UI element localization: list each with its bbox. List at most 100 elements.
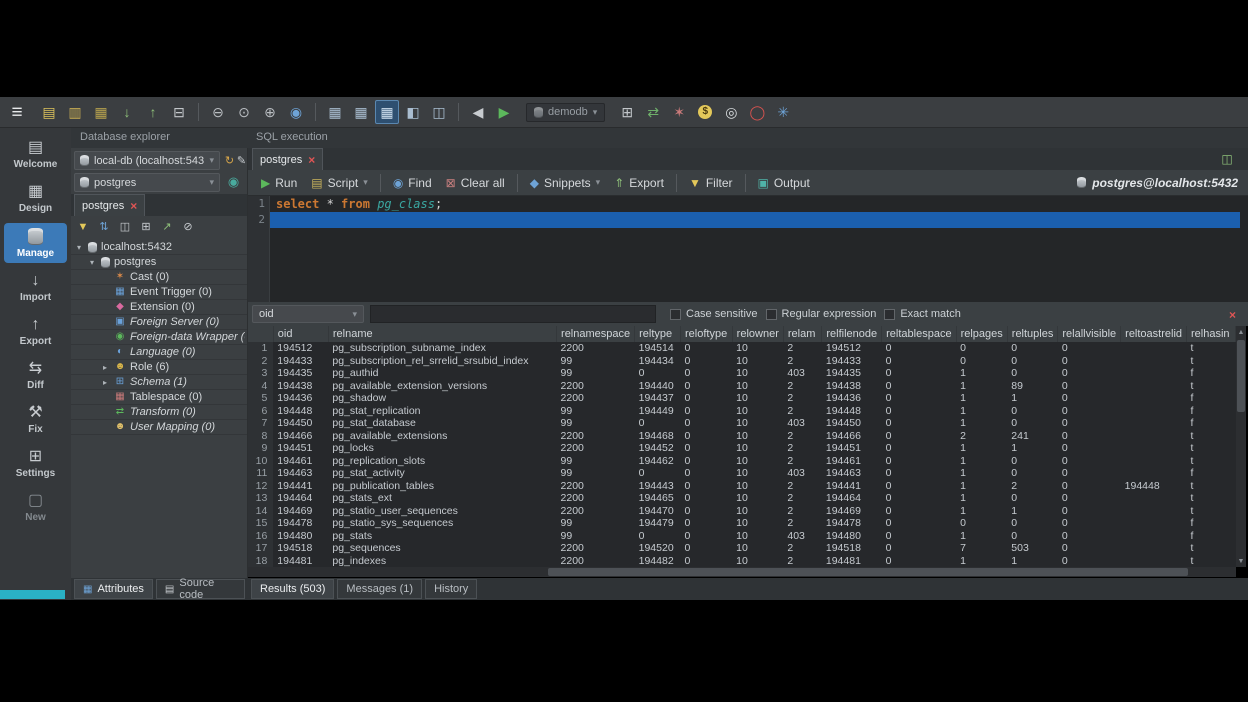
column-header-reltablespace[interactable]: reltablespace (882, 326, 956, 342)
back-button[interactable]: ◀ (466, 100, 490, 124)
forward-button[interactable]: ▶ (492, 100, 516, 124)
sidebar-item-export[interactable]: ↑Export (4, 312, 67, 351)
sidebar-item-settings[interactable]: ⊞Settings (4, 444, 67, 483)
tree-item-user-mapping-0[interactable]: ☻User Mapping (0) (71, 420, 247, 435)
save-script-button[interactable]: ▦ (89, 100, 113, 124)
scroll-up-icon[interactable]: ▲ (1236, 326, 1246, 338)
sidebar-item-diff[interactable]: ⇆Diff (4, 356, 67, 395)
editor-code[interactable]: select * from pg_class; (270, 196, 1248, 228)
column-header-reloftype[interactable]: reloftype (681, 326, 733, 342)
filter-input[interactable] (370, 305, 656, 323)
tree-item-language-0[interactable]: ◐Language (0) (71, 345, 247, 360)
table-row[interactable]: 7194450pg_stat_database99001040319445001… (248, 417, 1236, 430)
table-row[interactable]: 1194512pg_subscription_subname_index2200… (248, 342, 1236, 355)
table-row[interactable]: 2194433pg_subscription_rel_srrelid_srsub… (248, 355, 1236, 368)
table-row[interactable]: 13194464pg_stats_ext22001944650102194464… (248, 492, 1236, 505)
tab-results-503[interactable]: Results (503) (251, 579, 334, 599)
sql-tab-postgres[interactable]: postgres × (252, 148, 323, 170)
tree-item-extension-0[interactable]: ◆Extension (0) (71, 300, 247, 315)
column-header-relowner[interactable]: relowner (732, 326, 783, 342)
table-row[interactable]: 4194438pg_available_extension_versions22… (248, 380, 1236, 393)
column-header-relfilenode[interactable]: relfilenode (822, 326, 882, 342)
editor-line[interactable]: select * from pg_class; (270, 196, 1248, 212)
database-dropdown[interactable]: postgres ▾ (74, 173, 220, 192)
clear-all-button[interactable]: ⊠Clear all (439, 172, 512, 194)
filter-column-dropdown[interactable]: oid ▾ (252, 305, 364, 323)
layout-view-button[interactable]: ◫ (427, 100, 451, 124)
tree-item-localhost-5432[interactable]: ▾localhost:5432 (71, 240, 247, 255)
find-button[interactable]: ◉ (284, 100, 308, 124)
tab-attributes[interactable]: ▦Attributes (74, 579, 153, 599)
scrollbar-thumb[interactable] (548, 568, 1188, 576)
run-button[interactable]: ▶Run (254, 172, 304, 194)
zoom-reset-button[interactable]: ⊙ (232, 100, 256, 124)
column-header-relname[interactable]: relname (328, 326, 556, 342)
tree-item-tablespace-0[interactable]: ▦Tablespace (0) (71, 390, 247, 405)
menu-button[interactable]: ≡ (5, 100, 29, 124)
clear-objects-button[interactable]: ⊘ (179, 218, 197, 236)
table-row[interactable]: 9194451pg_locks220019445201021944510110t (248, 442, 1236, 455)
tab-source-code[interactable]: ▤Source code (156, 579, 245, 599)
column-header-relpages[interactable]: relpages (956, 326, 1007, 342)
table-row[interactable]: 17194518pg_sequences22001945200102194518… (248, 542, 1236, 555)
browse-database-button[interactable]: ◉ (226, 174, 241, 190)
transfer-button[interactable]: ⇄ (641, 100, 665, 124)
settings-button[interactable]: ✳ (771, 100, 795, 124)
table-row[interactable]: 6194448pg_stat_replication99194449010219… (248, 405, 1236, 418)
bug-button[interactable]: ✶ (667, 100, 691, 124)
scroll-down-icon[interactable]: ▼ (1236, 555, 1246, 567)
export-file-button[interactable]: ↑ (141, 100, 165, 124)
filter-objects-button[interactable]: ▼ (74, 218, 92, 236)
close-icon[interactable]: × (308, 154, 315, 166)
checkbox-regular-expression[interactable]: Regular expression (766, 308, 877, 320)
sort-objects-button[interactable]: ⇅ (95, 218, 113, 236)
table-row[interactable]: 11194463pg_stat_activity9900104031944630… (248, 467, 1236, 480)
explorer-tab-postgres[interactable]: postgres × (74, 194, 145, 216)
case-sensitive-checkbox[interactable] (670, 309, 681, 320)
layout-objects-button[interactable]: ⊞ (137, 218, 155, 236)
zoom-in-button[interactable]: ⊕ (258, 100, 282, 124)
grid-large-button[interactable]: ▦ (375, 100, 399, 124)
table-row[interactable]: 12194441pg_publication_tables22001944430… (248, 480, 1236, 493)
find-button[interactable]: ◉Find (386, 172, 439, 194)
donate-button[interactable]: $ (693, 100, 717, 124)
table-row[interactable]: 15194478pg_statio_sys_sequences991944790… (248, 517, 1236, 530)
column-header-reltuples[interactable]: reltuples (1007, 326, 1058, 342)
help-button[interactable]: ◎ (719, 100, 743, 124)
pin-panel-button[interactable]: ◫ (116, 218, 134, 236)
tree-item-foreign-server-0[interactable]: ▣Foreign Server (0) (71, 315, 247, 330)
tab-messages-1[interactable]: Messages (1) (337, 579, 422, 599)
zoom-out-button[interactable]: ⊖ (206, 100, 230, 124)
checkbox-exact-match[interactable]: Exact match (884, 308, 961, 320)
script-button[interactable]: ▤Script▾ (304, 172, 375, 194)
connection-selector[interactable]: local-db (localhost:5432 ▾ (74, 151, 220, 170)
chevron-down-icon[interactable]: ▾ (87, 258, 97, 267)
database-selector-combo[interactable]: demodb▾ (526, 103, 605, 122)
regular-expression-checkbox[interactable] (766, 309, 777, 320)
sidebar-item-import[interactable]: ↓Import (4, 268, 67, 307)
sidebar-item-new[interactable]: ▢New (4, 488, 67, 527)
column-header-reltype[interactable]: reltype (635, 326, 681, 342)
horizontal-scrollbar[interactable] (248, 567, 1236, 577)
table-row[interactable]: 10194461pg_replication_slots991944620102… (248, 455, 1236, 468)
tree-item-postgres[interactable]: ▾postgres (71, 255, 247, 270)
sidebar-item-design[interactable]: ▦Design (4, 179, 67, 218)
snippets-button[interactable]: ◆Snippets▾ (523, 172, 607, 194)
filter-button[interactable]: ▼Filter (682, 172, 740, 194)
tree-item-role-6[interactable]: ▸☻Role (6) (71, 360, 247, 375)
table-row[interactable]: 5194436pg_shadow220019443701021944360110… (248, 392, 1236, 405)
column-header-reltoastrelid[interactable]: reltoastrelid (1121, 326, 1187, 342)
open-script-button[interactable]: ▥ (63, 100, 87, 124)
grid-medium-button[interactable]: ▦ (349, 100, 373, 124)
table-row[interactable]: 14194469pg_statio_user_sequences22001944… (248, 505, 1236, 518)
sidebar-item-welcome[interactable]: ▤Welcome (4, 135, 67, 174)
column-header-relallvisible[interactable]: relallvisible (1058, 326, 1121, 342)
exact-match-checkbox[interactable] (884, 309, 895, 320)
restore-layout-button[interactable]: ◫ (1218, 151, 1236, 167)
import-file-button[interactable]: ↓ (115, 100, 139, 124)
chevron-right-icon[interactable]: ▸ (100, 378, 110, 387)
sql-editor[interactable]: 12 select * from pg_class; (248, 196, 1248, 302)
table-row[interactable]: 8194466pg_available_extensions2200194468… (248, 430, 1236, 443)
new-script-button[interactable]: ▤ (37, 100, 61, 124)
close-icon[interactable]: × (130, 200, 137, 212)
